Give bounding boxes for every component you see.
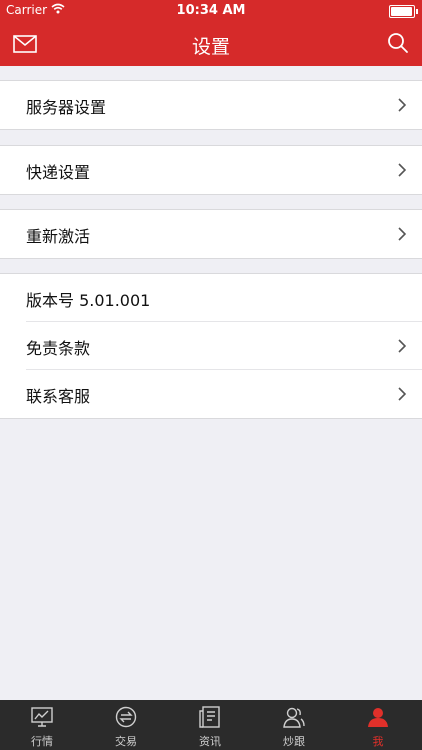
status-bar: Carrier 10:34 AM <box>0 0 422 22</box>
reactivate-label: 重新激活 <box>26 227 91 246</box>
chevron-right-icon <box>398 227 406 241</box>
tab-label: 炒跟 <box>283 735 305 748</box>
news-icon <box>199 706 220 728</box>
version-label: 版本号 5.01.001 <box>26 291 151 310</box>
tab-trade[interactable]: 交易 <box>84 700 168 750</box>
battery-icon <box>389 5 418 18</box>
tab-label: 我 <box>372 735 384 748</box>
settings-group-reactivate: 重新激活 <box>0 209 422 259</box>
delivery-settings-label: 快递设置 <box>26 163 91 182</box>
contact-support-label: 联系客服 <box>26 387 91 406</box>
settings-group-server: 服务器设置 <box>0 80 422 130</box>
chevron-right-icon <box>398 98 406 112</box>
status-time: 10:34 AM <box>176 3 246 18</box>
chevron-right-icon <box>398 163 406 177</box>
tab-label: 交易 <box>115 735 137 748</box>
server-settings-label: 服务器设置 <box>26 98 107 117</box>
app-header: Carrier 10:34 AM 设置 <box>0 0 422 66</box>
profile-icon <box>368 708 388 727</box>
tab-news[interactable]: 资讯 <box>168 700 252 750</box>
version-row: 版本号 5.01.001 <box>0 274 422 322</box>
disclaimer-label: 免责条款 <box>26 339 91 358</box>
settings-group-about: 版本号 5.01.001 免责条款 联系客服 <box>0 273 422 419</box>
search-icon[interactable] <box>387 32 409 54</box>
exchange-icon <box>115 706 137 728</box>
navbar: 设置 <box>0 22 422 66</box>
tab-label: 行情 <box>31 735 53 748</box>
follow-users-icon <box>283 707 305 728</box>
tab-market[interactable]: 行情 <box>0 700 84 750</box>
reactivate-row[interactable]: 重新激活 <box>0 210 422 258</box>
chart-monitor-icon <box>31 707 53 727</box>
tab-label: 资讯 <box>199 735 221 748</box>
delivery-settings-row[interactable]: 快递设置 <box>0 146 422 194</box>
page-title: 设置 <box>191 36 230 58</box>
tab-follow[interactable]: 炒跟 <box>252 700 336 750</box>
chevron-right-icon <box>398 387 406 401</box>
disclaimer-row[interactable]: 免责条款 <box>0 322 422 370</box>
chevron-right-icon <box>398 339 406 353</box>
server-settings-row[interactable]: 服务器设置 <box>0 81 422 129</box>
settings-group-delivery: 快递设置 <box>0 145 422 195</box>
tab-me[interactable]: 我 <box>336 700 420 750</box>
tab-bar: 行情 交易 资讯 炒跟 我 <box>0 700 422 750</box>
contact-support-row[interactable]: 联系客服 <box>0 370 422 418</box>
